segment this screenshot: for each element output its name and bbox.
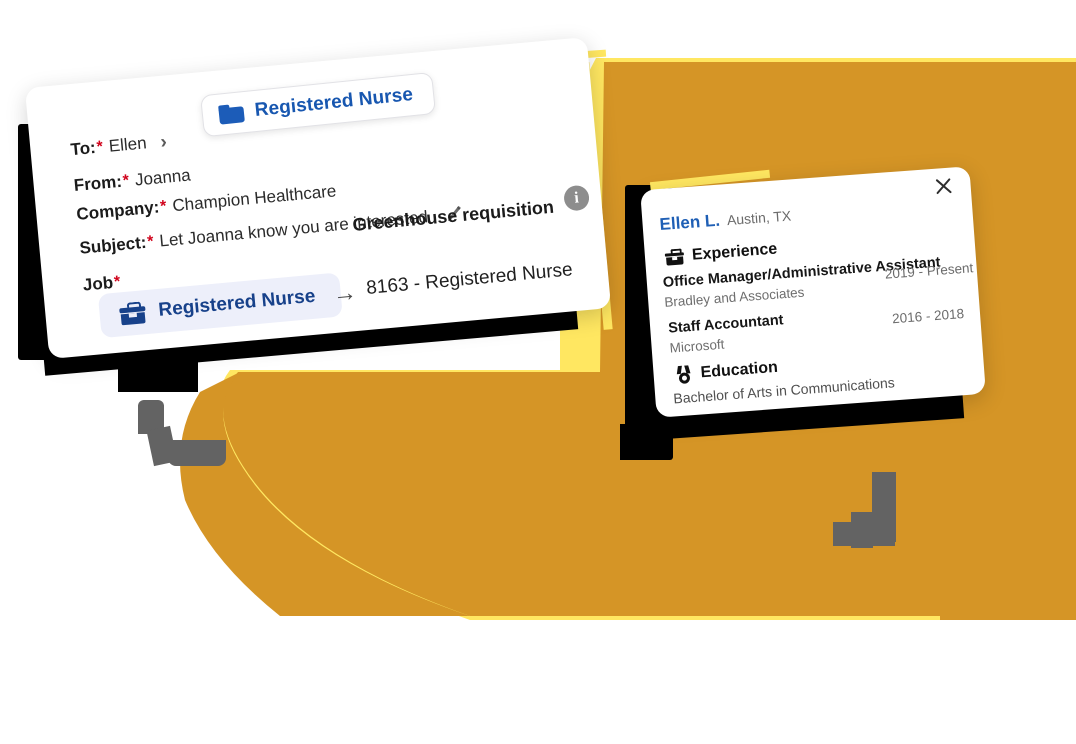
folder-pill-label: Registered Nurse xyxy=(253,84,414,121)
briefcase-icon xyxy=(664,248,685,266)
required-asterisk-from: * xyxy=(122,172,130,190)
section-label-experience: Experience xyxy=(691,240,778,264)
profile-location: Austin, TX xyxy=(726,207,792,229)
chevron-right-icon[interactable]: › xyxy=(160,132,168,154)
briefcase-icon xyxy=(119,301,147,326)
blob-orange-tail xyxy=(180,372,470,616)
field-value-to[interactable]: Ellen xyxy=(108,133,147,156)
close-icon[interactable] xyxy=(932,174,956,198)
section-label-education: Education xyxy=(700,358,779,382)
profile-name[interactable]: Ellen L. xyxy=(659,211,721,235)
field-row-from: From: * Joanna xyxy=(73,165,192,196)
field-label-from: From: xyxy=(73,171,123,196)
experience-item-org: Microsoft xyxy=(669,336,725,356)
screenshot-stage: To: * Ellen › Registered Nurse From: * J… xyxy=(0,0,1076,744)
blob-orange-right-strip xyxy=(940,430,1076,620)
registered-nurse-folder-pill[interactable]: Registered Nurse xyxy=(200,71,436,138)
section-header-education: Education xyxy=(675,358,779,385)
field-value-from[interactable]: Joanna xyxy=(134,165,191,190)
required-asterisk-subject: * xyxy=(146,233,155,251)
candidate-profile-card: Ellen L. Austin, TX Experience Office Ma… xyxy=(640,166,986,418)
arrow-right-icon: → xyxy=(331,278,358,308)
job-chip-registered-nurse[interactable]: Registered Nurse xyxy=(97,272,344,339)
required-asterisk-company: * xyxy=(159,197,168,216)
section-header-experience: Experience xyxy=(664,240,778,267)
job-requisition-value[interactable]: 8163 - Registered Nurse xyxy=(365,259,573,300)
required-asterisk-to: * xyxy=(95,138,104,156)
info-icon[interactable]: i xyxy=(562,184,591,212)
experience-item-title: Staff Accountant xyxy=(667,312,785,337)
field-row-to: To: * Ellen › xyxy=(70,131,168,162)
field-value-company[interactable]: Champion Healthcare xyxy=(172,181,338,216)
gray-fragment-lower-left xyxy=(168,440,226,466)
dark-fragment-left-foot xyxy=(118,360,198,392)
job-chip-label: Registered Nurse xyxy=(157,285,317,321)
compose-message-card: To: * Ellen › Registered Nurse From: * J… xyxy=(24,37,612,359)
dark-fragment-right-foot xyxy=(620,424,666,460)
profile-header: Ellen L. Austin, TX xyxy=(659,205,792,235)
field-label-to: To: xyxy=(69,137,97,160)
folder-icon xyxy=(218,103,245,124)
field-label-company: Company: xyxy=(75,197,161,224)
medal-icon xyxy=(675,365,693,385)
required-asterisk-job: * xyxy=(113,273,122,291)
field-label-job: Job xyxy=(82,272,114,295)
field-label-subject: Subject: xyxy=(78,232,148,258)
experience-item-dates: 2016 - 2018 xyxy=(891,306,965,327)
gray-fragment-right-nub xyxy=(851,512,873,548)
